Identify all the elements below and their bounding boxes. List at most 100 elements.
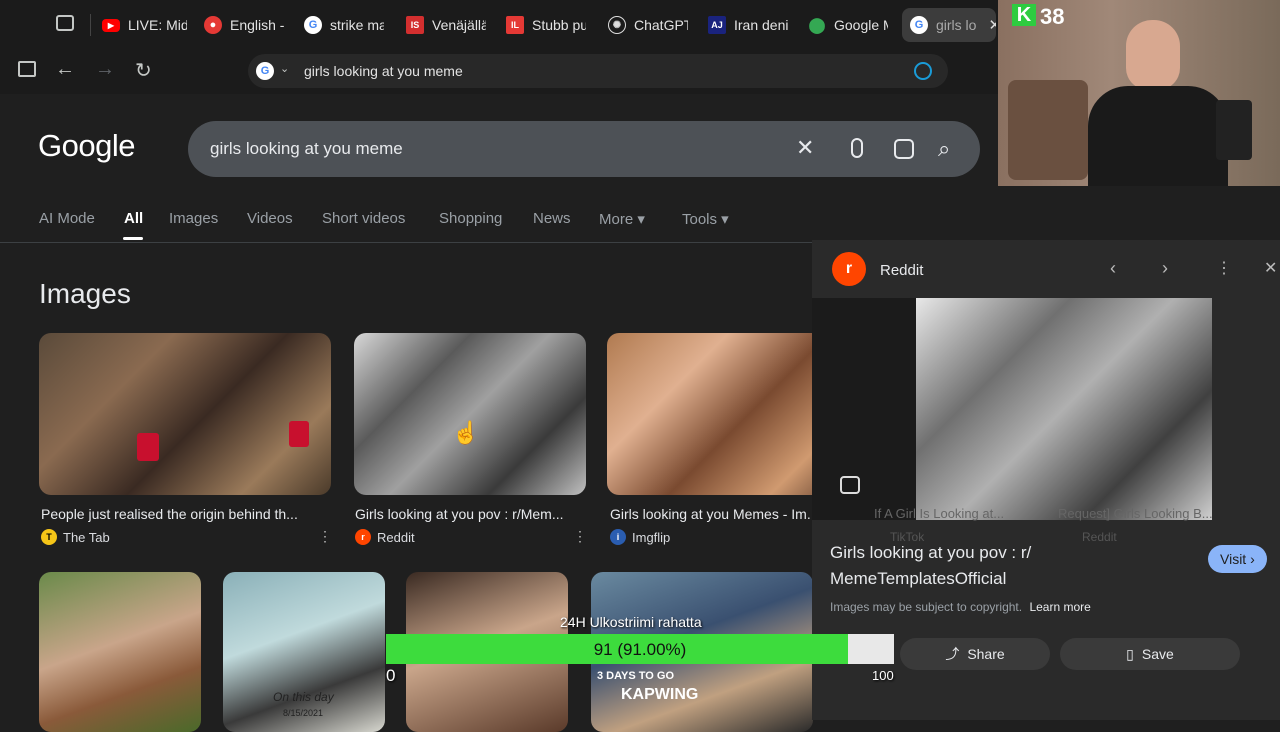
preview-image[interactable] xyxy=(916,298,1212,520)
image-result-2[interactable] xyxy=(354,333,586,495)
save-button[interactable]: ▯ Save xyxy=(1060,638,1240,670)
lens-icon[interactable] xyxy=(840,476,860,494)
share-button[interactable]: ⤴ Share xyxy=(900,638,1050,670)
mouse-cursor-icon: ☝ xyxy=(452,420,480,445)
google-logo[interactable]: Google xyxy=(38,128,135,164)
red-cup-graphic xyxy=(137,433,159,461)
tab-label: Iran deni xyxy=(734,17,788,33)
reload-icon[interactable]: ↻ xyxy=(135,58,152,83)
webcam-microphone xyxy=(1216,100,1252,160)
result-caption-1[interactable]: People just realised the origin behind t… xyxy=(41,506,331,522)
dictionary-icon: ● xyxy=(204,16,222,34)
search-input[interactable]: girls looking at you meme xyxy=(210,139,403,159)
result-source-3[interactable]: i Imgflip xyxy=(610,529,670,545)
tab-google-maps[interactable]: ⬤ Google M xyxy=(808,8,888,42)
tab-short-videos[interactable]: Short videos xyxy=(322,210,405,227)
tab-english[interactable]: ● English - xyxy=(204,8,284,42)
tab-label: ChatGPT xyxy=(634,17,688,33)
close-icon[interactable]: ✕ xyxy=(988,16,996,34)
tab-divider xyxy=(90,14,91,36)
tab-videos[interactable]: Videos xyxy=(247,210,293,227)
sidebar-icon[interactable] xyxy=(18,61,36,77)
share-label: Share xyxy=(967,646,1005,662)
tab-all[interactable]: All xyxy=(124,210,143,227)
chevron-down-icon[interactable]: ⌄ xyxy=(280,62,289,75)
images-heading: Images xyxy=(39,278,131,309)
more-options-icon[interactable]: ⋮ xyxy=(1216,258,1232,278)
voice-search-icon[interactable] xyxy=(851,138,863,158)
close-icon[interactable]: ✕ xyxy=(1264,258,1277,278)
more-options-icon[interactable]: ⋮ xyxy=(318,528,332,545)
forward-icon[interactable]: → xyxy=(95,58,115,81)
address-bar[interactable]: G ⌄ girls looking at you meme xyxy=(248,54,948,88)
nav-divider xyxy=(0,242,820,243)
prev-icon[interactable]: ‹ xyxy=(1110,258,1116,279)
tab-strip: ▶ LIVE: Mid ● English - G strike ma IS V… xyxy=(0,0,1000,48)
learn-more-link[interactable]: Learn more xyxy=(1029,600,1090,614)
reddit-icon: r xyxy=(832,252,866,286)
tab-more[interactable]: More ▾ xyxy=(599,210,645,228)
translate-icon[interactable] xyxy=(914,62,932,80)
image-result-4[interactable] xyxy=(39,572,201,732)
counter-logo-icon: K xyxy=(1012,4,1036,26)
tab-iran[interactable]: AJ Iran deni xyxy=(708,8,788,42)
news-icon: AJ xyxy=(708,16,726,34)
tab-chatgpt[interactable]: ✺ ChatGPT xyxy=(608,8,688,42)
source-label: Imgflip xyxy=(632,529,671,545)
clear-icon[interactable]: ✕ xyxy=(796,135,814,161)
tab-label: Stubb pu xyxy=(532,17,586,33)
tab-ai-mode[interactable]: AI Mode xyxy=(39,210,95,227)
panel-source[interactable]: Reddit xyxy=(880,262,923,279)
tab-search-icon[interactable] xyxy=(56,15,74,31)
bookmark-icon: ▯ xyxy=(1126,645,1134,662)
search-icon[interactable]: ⌕ xyxy=(938,136,950,162)
tab-tools[interactable]: Tools ▾ xyxy=(682,210,729,228)
active-tab-indicator xyxy=(123,237,143,240)
tab-strike[interactable]: G strike ma xyxy=(304,8,384,42)
source-label: The Tab xyxy=(63,529,110,545)
result-caption-2[interactable]: Girls looking at you pov : r/Mem... xyxy=(355,506,587,522)
webcam-person-body xyxy=(1088,86,1228,186)
google-icon: G xyxy=(256,62,274,80)
donation-progress: 24H Ulkostriimi rahatta 91 (91.00%) 0 10… xyxy=(386,608,894,688)
search-box[interactable]: girls looking at you meme ✕ ⌕ xyxy=(188,121,980,177)
share-icon: ⤴ xyxy=(945,646,960,662)
result-source-1[interactable]: T The Tab xyxy=(41,529,110,545)
tab-stubb[interactable]: IL Stubb pu xyxy=(506,8,586,42)
progress-track: 91 (91.00%) xyxy=(386,634,894,664)
back-icon[interactable]: ← xyxy=(55,58,75,81)
tab-label: LIVE: Mid xyxy=(128,17,187,33)
ghost-source-2: Reddit xyxy=(1082,530,1117,544)
progress-max: 100 xyxy=(872,668,894,683)
tab-label: strike ma xyxy=(330,17,384,33)
source-label: Reddit xyxy=(377,529,415,545)
chatgpt-icon: ✺ xyxy=(608,16,626,34)
address-text[interactable]: girls looking at you meme xyxy=(304,63,463,79)
panel-title[interactable]: Girls looking at you pov : r/ MemeTempla… xyxy=(830,540,1070,592)
tab-news[interactable]: News xyxy=(533,210,571,227)
imgflip-icon: i xyxy=(610,529,626,545)
result-source-2[interactable]: r Reddit xyxy=(355,529,415,545)
the-tab-icon: T xyxy=(41,529,57,545)
tab-venajalla[interactable]: IS Venäjällä xyxy=(406,8,486,42)
tab-images[interactable]: Images xyxy=(169,210,218,227)
thumb-text-date: 8/15/2021 xyxy=(283,708,324,718)
tab-label: Google M xyxy=(834,17,888,33)
tab-label: girls lo xyxy=(936,17,977,33)
google-icon: G xyxy=(304,16,322,34)
image-result-5[interactable]: On this day 8/15/2021 xyxy=(223,572,385,732)
tab-live[interactable]: ▶ LIVE: Mid xyxy=(102,8,187,42)
image-result-1[interactable] xyxy=(39,333,331,495)
thumb-text-kapwing: KAPWING xyxy=(621,686,699,703)
tab-active-girls[interactable]: G girls lo ✕ xyxy=(902,8,996,42)
tab-label: English - xyxy=(230,17,284,33)
reddit-icon: r xyxy=(355,529,371,545)
tab-shopping[interactable]: Shopping xyxy=(439,210,502,227)
next-icon[interactable]: › xyxy=(1162,258,1168,279)
result-caption-3[interactable]: Girls looking at you Memes - Im... xyxy=(610,506,838,522)
is-news-icon: IS xyxy=(406,16,424,34)
visit-button[interactable]: Visit › xyxy=(1208,545,1267,573)
red-cup-graphic xyxy=(289,421,309,447)
more-options-icon[interactable]: ⋮ xyxy=(573,528,587,545)
lens-icon[interactable] xyxy=(894,139,914,159)
